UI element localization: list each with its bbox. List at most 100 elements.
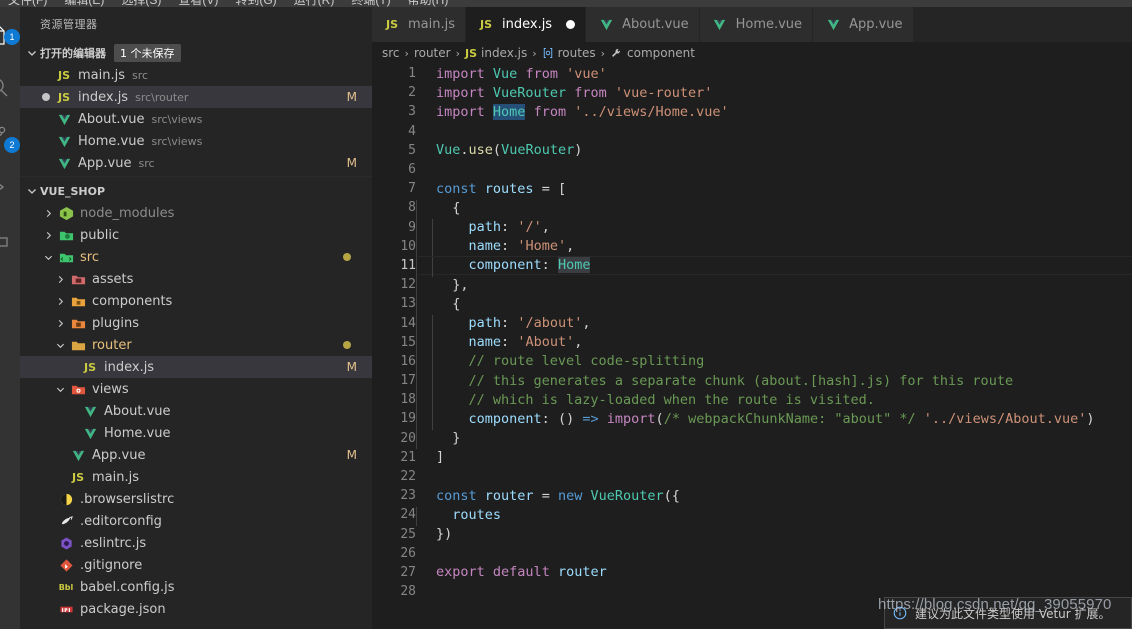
code-lines[interactable]: 1 import Vue from 'vue' 2 import VueRouter … [372,64,1132,601]
breadcrumb-item[interactable]: routes [542,46,596,60]
code-line[interactable]: 23 const router = new VueRouter({ [372,486,1132,505]
menu-bar-items[interactable]: 文件(F) 编辑(E) 选择(S) 查看(V) 转到(G) 运行(R) 终端(T) 帮助(H) [8,0,448,7]
menu-item[interactable]: 终端(T) [351,0,390,7]
menu-item[interactable]: 选择(S) [121,0,161,7]
breadcrumb-item[interactable]: component [610,46,695,60]
code-line[interactable]: 24 routes [372,505,1132,527]
notification-toast[interactable]: 建议为此文件类型使用 Vetur 扩展。 [884,597,1132,629]
code-line[interactable]: 27 export default router [372,563,1132,582]
tree-folder-item[interactable]: plugins [20,312,372,334]
code-line-text[interactable]: export default router [416,564,607,580]
code-line-text[interactable]: { [416,295,460,316]
menu-item[interactable]: 编辑(E) [64,0,104,7]
open-editor-item[interactable]: JS main.js src [20,64,372,86]
run-debug-icon[interactable] [0,163,20,211]
code-line-text[interactable]: } [416,430,460,450]
menu-item[interactable]: 转到(G) [235,0,276,7]
code-line[interactable]: 10 name: 'Home', [372,237,1132,258]
code-line[interactable]: 17 // this generates a separate chunk (a… [372,371,1132,392]
code-line-text[interactable]: const routes = [ [416,181,566,197]
tree-folder-item[interactable]: public [20,224,372,246]
menu-item[interactable]: 查看(V) [178,0,218,7]
editor-tab[interactable]: About.vue [586,7,700,42]
file-tree[interactable]: node_modules public src assets components plu… [20,202,372,620]
tree-file-item[interactable]: App.vue M [20,444,372,466]
code-line-text[interactable]: path: '/about', [416,315,590,335]
open-editor-item[interactable]: App.vue src M [20,152,372,174]
tree-file-item[interactable]: .gitignore [20,554,372,576]
code-line-text[interactable]: component: () => import(/* webpackChunkN… [416,410,1095,431]
open-editor-item[interactable]: Home.vue src\views [20,130,372,152]
tree-folder-item[interactable]: views [20,378,372,400]
code-line[interactable]: 13 { [372,294,1132,316]
open-editors-list[interactable]: JS main.js src JS index.js src\router M About.v… [20,64,372,174]
code-line[interactable]: 11 component: Home [372,255,1132,277]
code-line[interactable]: 25}) [372,525,1132,544]
tree-folder-item[interactable]: assets [20,268,372,290]
code-line-text[interactable]: import Home from '../views/Home.vue' [416,103,729,120]
tab-dirty-indicator[interactable] [566,20,576,29]
tree-file-item[interactable]: .browserslistrc [20,488,372,510]
breadcrumb-item[interactable]: src [382,46,400,60]
breadcrumb-item[interactable]: router [414,46,451,60]
code-line[interactable]: 6 [372,160,1132,179]
menu-item[interactable]: 运行(R) [294,0,335,7]
tree-file-item[interactable]: JS main.js [20,466,372,488]
breadcrumb-item[interactable]: JS index.js [465,46,527,60]
code-line-text[interactable]: routes [416,506,501,527]
code-line[interactable]: 7 const routes = [ [372,179,1132,198]
tree-file-item[interactable]: .eslintrc.js [20,532,372,554]
editor-tab[interactable]: Home.vue [699,7,814,42]
tab-bar[interactable]: JS main.js JS index.js About.vue Home.vue App.… [372,7,1132,42]
code-line-text[interactable]: component: Home [416,257,591,277]
extensions-icon[interactable] [0,213,20,261]
code-line-text[interactable]: ] [416,449,444,465]
tree-file-item[interactable]: .editorconfig [20,510,372,532]
tree-folder-item[interactable]: components [20,290,372,312]
code-line-text[interactable]: }, [416,276,469,296]
code-line-text[interactable]: path: '/', [416,219,550,239]
search-icon[interactable] [0,63,20,111]
code-line-text[interactable]: }) [416,526,452,542]
code-line[interactable]: 4 [372,122,1132,141]
code-line-text[interactable]: import VueRouter from 'vue-router' [416,85,712,101]
code-line[interactable]: 19 component: () => import(/* webpackChu… [372,409,1132,431]
tree-file-item[interactable]: About.vue [20,400,372,422]
tree-file-item[interactable]: Home.vue [20,422,372,444]
code-line-text[interactable]: Vue.use(VueRouter) [416,142,582,158]
code-line-text[interactable]: import Vue from 'vue' [416,66,607,82]
editor-tab[interactable]: App.vue [813,7,914,42]
code-line[interactable]: 8 { [372,198,1132,220]
code-line[interactable]: 16 // route level code-splitting [372,352,1132,373]
code-line-text[interactable]: const router = new VueRouter({ [416,488,680,504]
code-line[interactable]: 14 path: '/about', [372,313,1132,335]
activity-bar[interactable]: 1 2 [0,7,20,629]
tree-folder-item[interactable]: router [20,334,372,356]
code-line-text[interactable]: // route level code-splitting [416,353,704,373]
code-line[interactable]: 15 name: 'About', [372,333,1132,354]
open-editor-item[interactable]: JS index.js src\router M [20,86,372,108]
code-line[interactable]: 20 } [372,429,1132,450]
tree-file-item[interactable]: Bbl babel.config.js [20,576,372,598]
project-header[interactable]: VUE_SHOP [20,180,372,202]
editor-tab[interactable]: JS index.js [466,7,587,42]
code-line[interactable]: 1 import Vue from 'vue' [372,64,1132,83]
tree-folder-item[interactable]: src [20,246,372,268]
code-line[interactable]: 2 import VueRouter from 'vue-router' [372,83,1132,102]
code-line[interactable]: 9 path: '/', [372,218,1132,239]
editor-tab[interactable]: JS main.js [372,7,466,42]
code-line-text[interactable]: // this generates a separate chunk (abou… [416,372,1013,392]
code-line-text[interactable]: { [416,199,460,220]
breadcrumb[interactable]: src › router › JS index.js › routes › component [372,42,1132,64]
menu-item[interactable]: 帮助(H) [408,0,449,7]
code-line[interactable]: 18 // which is lazy-loaded when the rout… [372,390,1132,411]
open-editors-header[interactable]: 打开的编辑器 1 个未保存 [20,42,372,64]
menu-bar[interactable]: 文件(F) 编辑(E) 选择(S) 查看(V) 转到(G) 运行(R) 终端(T) 帮助(H) [0,0,1132,7]
code-line-text[interactable]: name: 'Home', [416,238,574,258]
menu-item[interactable]: 文件(F) [8,0,47,7]
code-line[interactable]: 5 Vue.use(VueRouter) [372,141,1132,160]
code-editor[interactable]: 1 import Vue from 'vue' 2 import VueRouter … [372,64,1132,629]
code-line-text[interactable]: // which is lazy-loaded when the route i… [416,391,875,411]
code-line[interactable]: 26 [372,544,1132,563]
code-line[interactable]: 12 }, [372,275,1132,296]
